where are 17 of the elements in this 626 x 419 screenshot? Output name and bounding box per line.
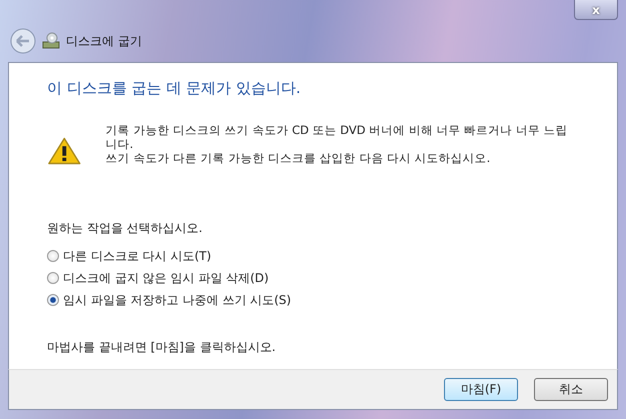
note-text: 마법사를 끝내려면 [마침]을 클릭하십시오.: [47, 339, 277, 356]
window-title: 디스크에 굽기: [66, 32, 142, 50]
back-button[interactable]: [10, 28, 36, 54]
message-text: 기록 가능한 디스크의 쓰기 속도가 CD 또는 DVD 버너에 비해 너무 빠르거나 너무 느립니다.: [106, 123, 568, 151]
radio-button[interactable]: [47, 294, 59, 306]
radio-option[interactable]: 디스크에 굽지 않은 임시 파일 삭제(D): [47, 267, 269, 289]
disc-drive-icon: [42, 32, 60, 50]
radio-button[interactable]: [47, 272, 59, 284]
cancel-button[interactable]: 취소: [534, 378, 608, 401]
radio-button[interactable]: [47, 250, 59, 262]
radio-option[interactable]: 임시 파일을 저장하고 나중에 쓰기 시도(S): [47, 289, 292, 311]
dialog-heading: 이 디스크를 굽는 데 문제가 있습니다.: [47, 79, 302, 98]
finish-button[interactable]: 마침(F): [444, 378, 518, 401]
radio-option[interactable]: 다른 디스크로 다시 시도(T): [47, 245, 212, 267]
warning-icon: [47, 136, 82, 166]
message-text: 쓰기 속도가 다른 기록 가능한 디스크를 삽입한 다음 다시 시도하십시오.: [106, 151, 492, 165]
prompt-text: 원하는 작업을 선택하십시오.: [47, 220, 204, 237]
